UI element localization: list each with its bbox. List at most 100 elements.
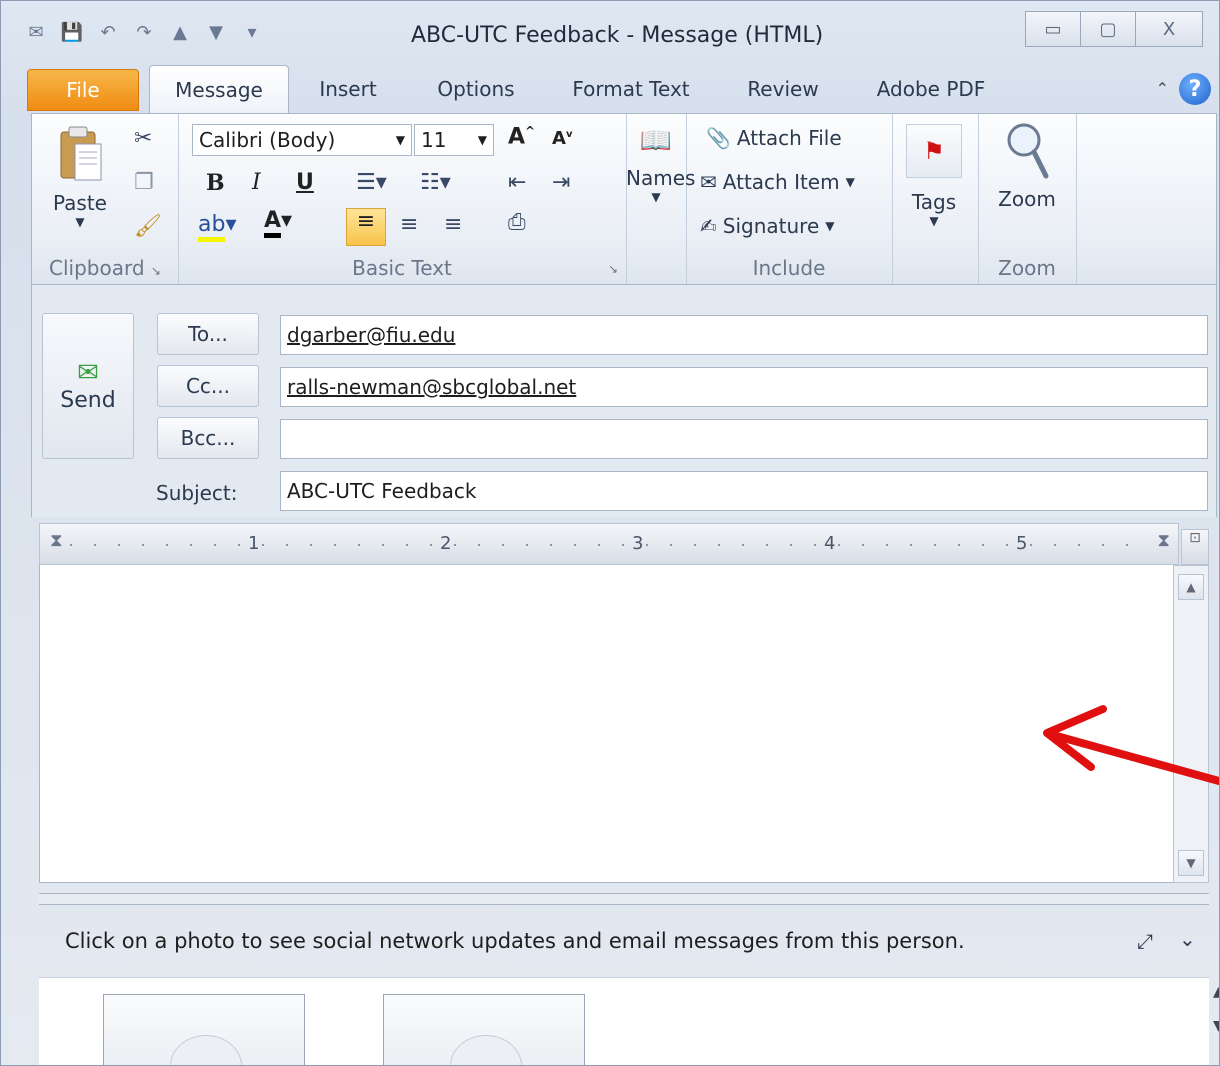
- bcc-button[interactable]: Bcc...: [157, 417, 259, 459]
- message-window: ✉ 💾 ↶ ↷ ▲ ▼ ▾ ABC-UTC Feedback - Message…: [0, 0, 1220, 1066]
- signature-button[interactable]: ✍ Signature ▼: [700, 214, 834, 238]
- contact-photo[interactable]: [383, 994, 585, 1065]
- copy-icon[interactable]: ❐: [134, 170, 154, 195]
- italic-button[interactable]: I: [252, 170, 261, 195]
- numbering-icon[interactable]: ☷▾: [420, 170, 451, 195]
- font-size-combo[interactable]: 11 ▼: [414, 124, 494, 156]
- paste-button[interactable]: Paste ▼: [44, 124, 116, 229]
- magnifier-icon: [1007, 123, 1049, 179]
- decrease-indent-icon[interactable]: ⇤: [508, 170, 526, 195]
- expand-icon[interactable]: ⤢: [1137, 929, 1153, 953]
- contact-photo[interactable]: [103, 994, 305, 1065]
- highlight-icon[interactable]: ab▾: [198, 212, 237, 242]
- format-painter-icon[interactable]: 🖌: [134, 214, 162, 239]
- scroll-up-icon[interactable]: ▲: [1213, 984, 1219, 1000]
- message-header: ✉ Send To... Cc... Bcc... dgarber@fiu.ed…: [31, 285, 1217, 517]
- undo-icon[interactable]: ↶: [95, 19, 121, 45]
- group-names: 📖 Names ▼: [626, 114, 696, 284]
- names-button[interactable]: 📖 Names ▼: [626, 126, 696, 204]
- tab-adobe-pdf[interactable]: Adobe PDF: [861, 69, 1001, 109]
- tab-format-text[interactable]: Format Text: [561, 69, 701, 109]
- save-icon[interactable]: 💾: [59, 19, 85, 45]
- maximize-button[interactable]: ▢: [1080, 11, 1135, 47]
- scroll-down-icon[interactable]: ▼: [1178, 850, 1204, 876]
- bullets-icon[interactable]: ☰▾: [356, 170, 387, 195]
- styles-icon[interactable]: ⎙: [508, 210, 526, 235]
- dialog-launcher-icon[interactable]: ↘: [608, 262, 618, 276]
- grow-font-icon[interactable]: A^: [508, 124, 535, 149]
- cc-button[interactable]: Cc...: [157, 365, 259, 407]
- bcc-field[interactable]: [280, 419, 1208, 459]
- down-icon[interactable]: ▼: [203, 19, 229, 45]
- ribbon-tabs: File Message Insert Options Format Text …: [1, 65, 1219, 114]
- tab-review[interactable]: Review: [731, 69, 835, 109]
- tab-options[interactable]: Options: [421, 69, 531, 109]
- paste-dropdown-icon: ▼: [75, 215, 85, 229]
- cc-field[interactable]: ralls-newman@sbcglobal.net: [280, 367, 1208, 407]
- align-left-button[interactable]: ≡: [346, 208, 386, 246]
- envelope-icon: ✉: [700, 170, 717, 194]
- subject-field[interactable]: ABC-UTC Feedback: [280, 471, 1208, 511]
- avatar: [170, 1035, 242, 1065]
- title-bar: ✉ 💾 ↶ ↷ ▲ ▼ ▾ ABC-UTC Feedback - Message…: [1, 1, 1219, 61]
- font-color-icon[interactable]: A▾: [264, 208, 292, 238]
- chevron-down-icon: ▼: [845, 175, 855, 189]
- minimize-button[interactable]: ▭: [1025, 11, 1080, 47]
- ruler-ticks: [70, 544, 1138, 546]
- to-address[interactable]: dgarber@fiu.edu: [287, 323, 455, 347]
- chevron-down-icon: ▼: [651, 190, 661, 204]
- send-button[interactable]: ✉ Send: [42, 313, 134, 459]
- shrink-font-icon[interactable]: Av: [552, 128, 572, 149]
- view-ruler-icon[interactable]: ⊡: [1181, 529, 1209, 565]
- increase-indent-icon[interactable]: ⇥: [552, 170, 570, 195]
- redo-icon[interactable]: ↷: [131, 19, 157, 45]
- include-label: Include: [752, 256, 826, 280]
- underline-button[interactable]: U: [296, 170, 314, 195]
- ribbon: Paste ▼ ✂ ❐ 🖌 Clipboard ↘ Calibri (Body)…: [31, 113, 1217, 285]
- align-center-icon[interactable]: ≡: [400, 212, 418, 237]
- cut-icon[interactable]: ✂: [134, 126, 152, 151]
- tags-button[interactable]: ⚑ Tags ▼: [902, 124, 966, 228]
- tab-file[interactable]: File: [27, 69, 139, 111]
- send-icon: ✉: [77, 358, 99, 388]
- chevron-down-icon: ▼: [825, 219, 835, 233]
- window-controls: ▭ ▢ X: [1025, 11, 1203, 47]
- tab-insert[interactable]: Insert: [301, 69, 395, 109]
- chevron-down-icon[interactable]: ⌄: [1179, 927, 1196, 951]
- minimize-ribbon-icon[interactable]: ⌃: [1156, 79, 1169, 98]
- scroll-up-icon[interactable]: ▲: [1178, 574, 1204, 600]
- flag-icon: ⚑: [906, 124, 962, 178]
- tags-label: Tags: [911, 190, 957, 214]
- indent-marker-icon[interactable]: ⧗: [50, 530, 63, 551]
- chevron-down-icon: ▼: [477, 133, 487, 147]
- to-button[interactable]: To...: [157, 313, 259, 355]
- align-right-icon[interactable]: ≡: [444, 212, 462, 237]
- up-icon[interactable]: ▲: [167, 19, 193, 45]
- ruler[interactable]: ⧗ 1 2 3 4 5 ⧗: [39, 523, 1179, 565]
- right-indent-icon[interactable]: ⧗: [1157, 530, 1170, 551]
- close-button[interactable]: X: [1135, 11, 1203, 47]
- tab-message[interactable]: Message: [149, 65, 289, 114]
- bold-button[interactable]: B: [206, 170, 225, 196]
- signature-icon: ✍: [700, 214, 717, 238]
- attach-file-button[interactable]: 📎 Attach File: [706, 126, 842, 150]
- window-title: ABC-UTC Feedback - Message (HTML): [411, 23, 824, 48]
- basic-text-label: Basic Text: [352, 256, 452, 280]
- message-body[interactable]: [39, 565, 1173, 883]
- zoom-button[interactable]: Zoom: [978, 120, 1076, 211]
- outlook-icon[interactable]: ✉: [23, 19, 49, 45]
- red-arrow-annotation: [1043, 705, 1219, 785]
- people-pane-splitter[interactable]: [39, 893, 1209, 905]
- help-icon[interactable]: ?: [1179, 73, 1211, 105]
- customize-icon[interactable]: ▾: [239, 19, 265, 45]
- clipboard-label: Clipboard ↘: [49, 256, 161, 280]
- subject-label: Subject:: [156, 481, 238, 505]
- names-label: Names: [626, 166, 696, 190]
- zoom-label: Zoom: [998, 256, 1056, 280]
- signature-label: Signature: [722, 214, 820, 238]
- cc-address[interactable]: ralls-newman@sbcglobal.net: [287, 375, 576, 399]
- to-field[interactable]: dgarber@fiu.edu: [280, 315, 1208, 355]
- scroll-down-icon[interactable]: ▼: [1213, 1018, 1219, 1034]
- font-name-combo[interactable]: Calibri (Body) ▼: [192, 124, 412, 156]
- attach-item-button[interactable]: ✉ Attach Item ▼: [700, 170, 855, 194]
